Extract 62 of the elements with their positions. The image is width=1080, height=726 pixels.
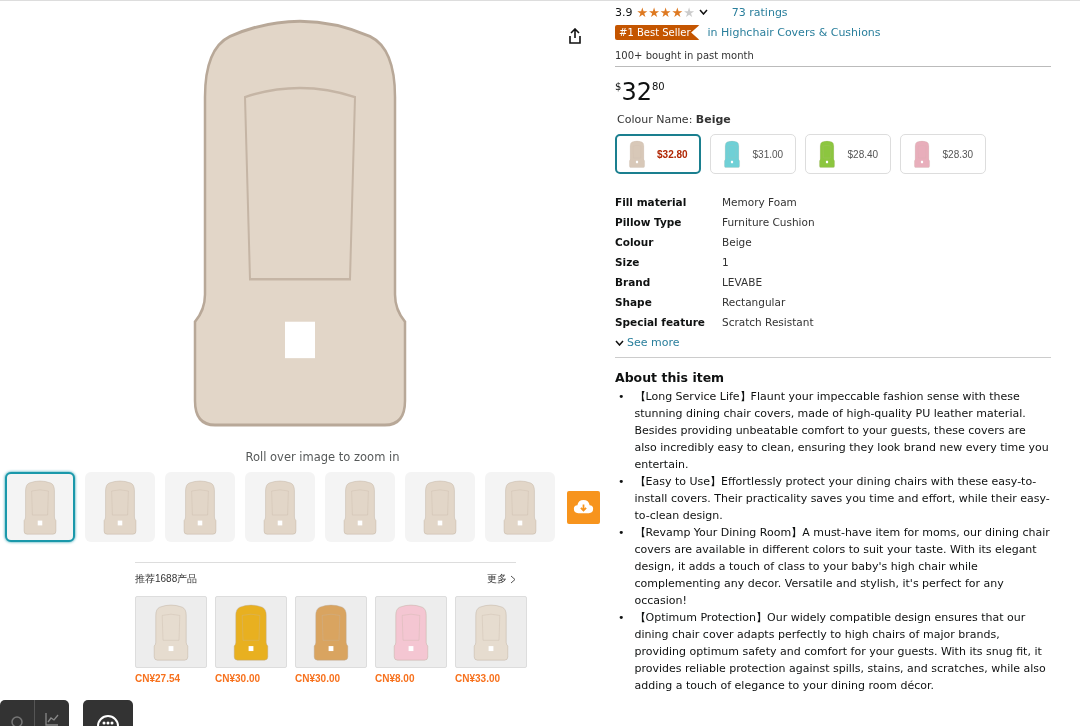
spec-label: Pillow Type bbox=[615, 216, 683, 228]
chevron-right-icon[interactable] bbox=[510, 574, 516, 584]
product-price: CN¥27.54 bbox=[135, 673, 182, 684]
thumbnail[interactable] bbox=[85, 472, 155, 542]
spec-value: Memory Foam bbox=[722, 196, 798, 208]
colour-swatch[interactable]: $28.40 bbox=[805, 134, 891, 174]
chevron-down-icon[interactable] bbox=[615, 339, 624, 346]
see-more-link[interactable]: See more bbox=[615, 336, 1051, 358]
more-link[interactable]: 更多 bbox=[487, 572, 516, 586]
spec-label: Fill material bbox=[615, 196, 688, 208]
feature-bullet: 【Long Service Life】Flaunt your impeccable fashion sense with these stunning dining chair covers, made of high-quality PU leather material. Besides providing unbeatable comfort to your guests, these covers are also incredibly easy to clean, ensuring they look brand new every time you entertain. bbox=[634, 389, 1050, 473]
colour-swatch[interactable]: $32.80 bbox=[615, 134, 701, 174]
colour-name: Colour Name: Beige bbox=[616, 113, 732, 126]
spec-value: Beige bbox=[722, 236, 753, 248]
bullet-marker: • bbox=[618, 610, 625, 626]
product-thumbnail[interactable] bbox=[295, 596, 367, 668]
spec-value: Furniture Cushion bbox=[722, 216, 816, 228]
best-seller-badge: #1 Best Seller bbox=[615, 25, 700, 40]
section-heading: About this item bbox=[615, 370, 726, 385]
bullet-marker: • bbox=[618, 525, 625, 541]
thumbnail[interactable] bbox=[405, 472, 475, 542]
ratings-link[interactable]: 73 ratings bbox=[731, 5, 788, 19]
spec-value: LEVABE bbox=[722, 276, 764, 288]
bullet-marker: • bbox=[618, 474, 625, 490]
chevron-down-icon[interactable] bbox=[698, 9, 708, 15]
thumbnail[interactable] bbox=[485, 472, 555, 542]
spec-label: Shape bbox=[615, 296, 653, 308]
spec-label: Colour bbox=[615, 236, 655, 248]
feature-bullet: 【Revamp Your Dining Room】A must-have item for moms, our dining chair covers are available in different colors to suit your taste. With its elegant design, it adds a touch of class to your baby's high chair while complementing any decor. Versatile and stylish, it's perfect for any occasion! bbox=[634, 525, 1051, 609]
colour-swatch[interactable]: $28.30 bbox=[900, 134, 986, 174]
thumbnail[interactable] bbox=[245, 472, 315, 542]
spec-value: Rectangular bbox=[722, 296, 787, 308]
download-cloud-button[interactable] bbox=[567, 490, 600, 524]
product-thumbnail[interactable] bbox=[135, 596, 207, 668]
thumbnail[interactable] bbox=[165, 472, 235, 542]
thumbnail[interactable] bbox=[5, 472, 75, 542]
zoom-hint: Roll over image to zoom in bbox=[244, 450, 401, 464]
rating-value: 3.9 bbox=[615, 5, 633, 19]
colour-swatch[interactable]: $31.00 bbox=[710, 134, 796, 174]
chart-icon[interactable] bbox=[45, 712, 59, 726]
product-price: CN¥8.00 bbox=[375, 673, 416, 684]
spec-label: Special feature bbox=[615, 316, 706, 328]
product-thumbnail[interactable] bbox=[455, 596, 527, 668]
spec-label: Brand bbox=[615, 276, 652, 288]
product-thumbnail[interactable] bbox=[215, 596, 287, 668]
purchase-count: 100+ bought in past month bbox=[615, 50, 1051, 67]
product-price: CN¥30.00 bbox=[215, 673, 262, 684]
cloud-download-icon[interactable] bbox=[573, 498, 594, 516]
product-price: CN¥33.00 bbox=[455, 673, 502, 684]
spec-label: Size bbox=[615, 256, 641, 268]
more-icon[interactable] bbox=[96, 712, 120, 726]
spec-value: 1 bbox=[722, 256, 730, 268]
thumbnail[interactable] bbox=[325, 472, 395, 542]
section-title: 推荐1688产品 bbox=[135, 572, 198, 586]
feature-bullet: 【Easy to Use】Effortlessly protect your dining chairs with these easy-to-install covers. Their practicality saves you time and effort, while their easy-to-clean design. bbox=[634, 474, 1051, 524]
category-link[interactable]: in Highchair Covers & Cushions bbox=[707, 26, 881, 39]
feature-bullet: 【Optimum Protection】Our widely compatible design ensures that our dining chair cover adapts perfectly to high chairs of major brands, providing optimum safety and comfort for your guests. With its snug fit, it provides reliable protection against spills, stains, and scratches, while also adding a touch of elegance to your dining room décor. bbox=[634, 610, 1047, 694]
bullet-marker: • bbox=[618, 389, 625, 405]
spec-value: Scratch Resistant bbox=[722, 316, 815, 328]
share-icon[interactable] bbox=[568, 28, 582, 44]
product-price: CN¥30.00 bbox=[295, 673, 342, 684]
product-thumbnail[interactable] bbox=[375, 596, 447, 668]
